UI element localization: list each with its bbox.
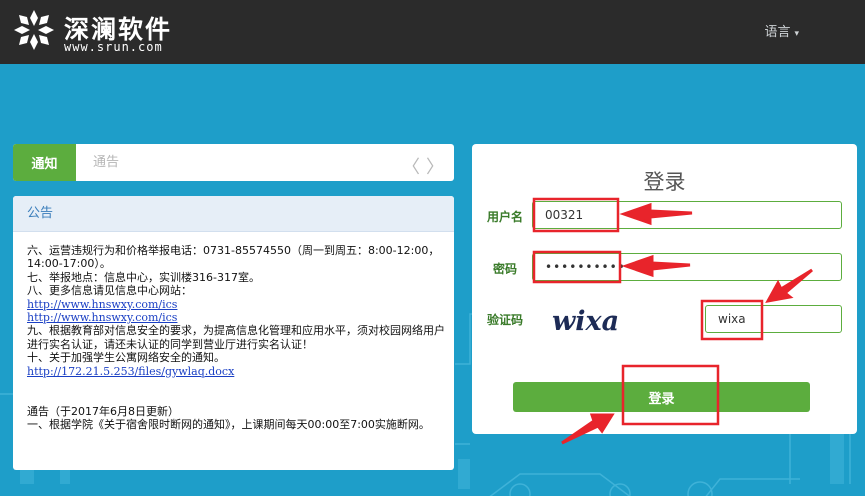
language-dropdown[interactable]: 语言 ▾ bbox=[764, 21, 799, 40]
captcha-text: wixa bbox=[552, 306, 619, 336]
brand-url: www.srun.com bbox=[64, 40, 163, 54]
ics-website-link-2[interactable]: http://www.hnswxy.com/ics bbox=[27, 311, 177, 324]
username-label: 用户名 bbox=[486, 210, 523, 224]
ics-website-link[interactable]: http://www.hnswxy.com/ics bbox=[27, 298, 177, 311]
announcement-line: 九、根据教育部对信息安全的要求，为提高信息化管理和应用水平，须对校园网络用户进行… bbox=[27, 324, 445, 351]
notice-tab-bar: 通知 通告 〈〉 bbox=[13, 144, 454, 181]
announcement-line: 十、关于加强学生公寓网络安全的通知。 bbox=[27, 351, 225, 365]
chevron-left-icon[interactable]: 〈 bbox=[402, 157, 420, 178]
caret-down-icon: ▾ bbox=[794, 29, 799, 39]
announcement-body[interactable]: 六、运营违规行为和价格举报电话：0731-85574550（周一到周五：8:00… bbox=[27, 244, 445, 432]
announcement-line: 一、根据学院《关于宿舍限时断网的通知》，上课期间每天00:00至7:00实施断网… bbox=[27, 418, 430, 432]
announcement-panel: 公告 六、运营违规行为和价格举报电话：0731-85574550（周一到周五：8… bbox=[13, 196, 454, 470]
security-doc-link[interactable]: http://172.21.5.253/files/gywlaq.docx bbox=[27, 365, 234, 378]
tab-notice[interactable]: 通知 bbox=[13, 144, 76, 181]
password-label: 密码 bbox=[492, 262, 517, 276]
captcha-image[interactable]: wixa bbox=[550, 304, 628, 336]
login-title: 登录 bbox=[643, 170, 686, 194]
password-input[interactable] bbox=[532, 253, 842, 281]
captcha-label: 验证码 bbox=[486, 313, 523, 327]
announcement-line: 七、举报地点：信息中心，实训楼316-317室。 bbox=[27, 270, 260, 284]
brand-logo-icon bbox=[14, 10, 54, 50]
chevron-right-icon[interactable]: 〉 bbox=[426, 157, 444, 178]
top-navbar: 深澜软件 www.srun.com 语言 ▾ bbox=[0, 0, 865, 64]
announcement-line: 通告（于2017年6月8日更新） bbox=[27, 405, 179, 419]
announcement-line: 八、更多信息请见信息中心网站： bbox=[27, 284, 192, 298]
login-button[interactable]: 登录 bbox=[513, 382, 810, 412]
login-panel: 登录 用户名 密码 验证码 wixa 登录 bbox=[472, 144, 857, 434]
tab-bulletin[interactable]: 通告 bbox=[93, 144, 119, 181]
language-label: 语言 bbox=[764, 25, 791, 40]
tab-navigation: 〈〉 bbox=[396, 153, 444, 179]
captcha-input[interactable] bbox=[705, 305, 842, 333]
announcement-heading: 公告 bbox=[13, 196, 454, 232]
brand-logo[interactable]: 深澜软件 www.srun.com bbox=[12, 6, 212, 56]
announcement-line: 六、运营违规行为和价格举报电话：0731-85574550（周一到周五：8:00… bbox=[27, 244, 440, 271]
username-input[interactable] bbox=[532, 201, 842, 229]
